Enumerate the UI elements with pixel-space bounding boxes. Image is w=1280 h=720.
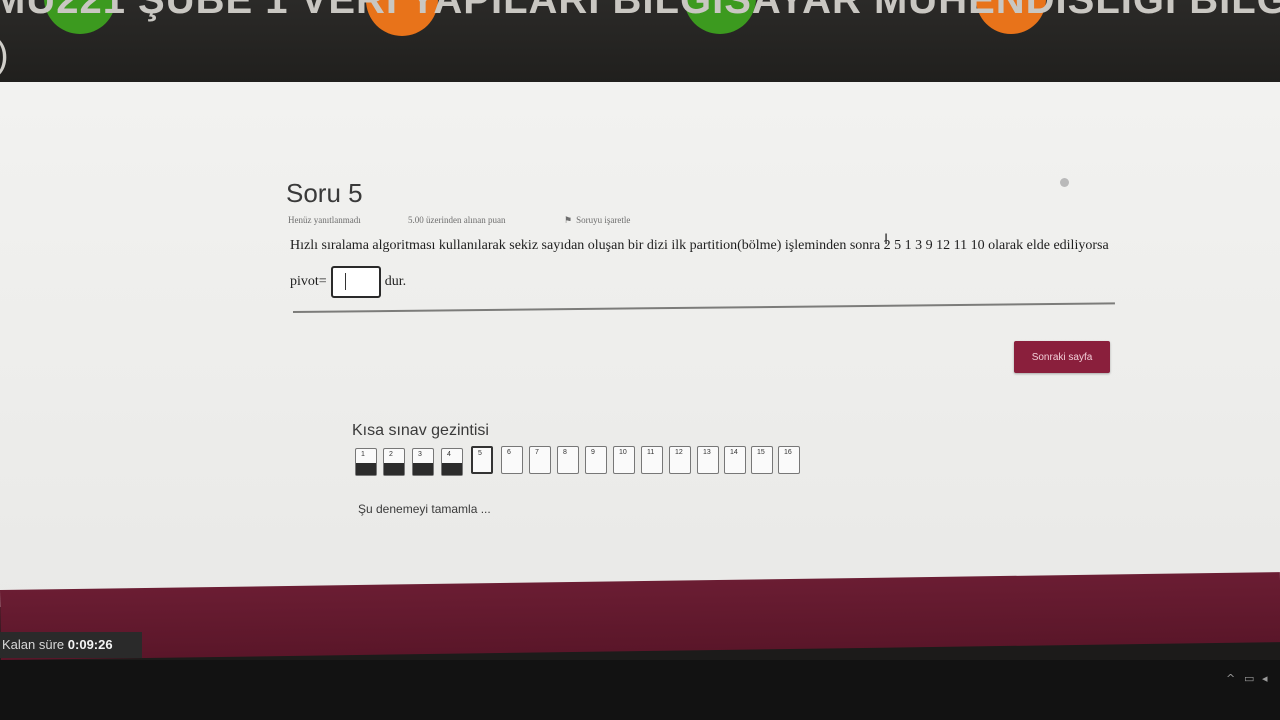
flag-question-link[interactable]: ⚑ Soruyu işaretle (564, 215, 630, 226)
quiz-nav-item[interactable]: 4 (441, 448, 463, 476)
decorative-dot (1060, 178, 1069, 187)
timer-label: Kalan süre (2, 637, 65, 652)
quiz-nav-number: 8 (563, 449, 567, 456)
quiz-nav-number: 2 (389, 451, 393, 458)
quiz-navigation-title: Kısa sınav gezintisi (352, 422, 489, 439)
finish-attempt-link[interactable]: Şu denemeyi tamamla ... (358, 502, 491, 516)
answer-input[interactable] (330, 265, 381, 298)
network-icon[interactable]: ▭ (1244, 672, 1254, 685)
chevron-up-icon[interactable]: ^ (1226, 672, 1235, 685)
text-caret (344, 272, 346, 290)
quiz-nav-number: 3 (418, 451, 422, 458)
quiz-nav-number: 11 (647, 449, 655, 456)
course-header: MU221 ŞUBE 1 VERİ YAPILARI BİLGİSAYAR MÜ… (0, 0, 1280, 90)
text-cursor-icon: I (884, 232, 889, 248)
question-points: 5.00 üzerinden alınan puan (408, 215, 506, 225)
quiz-nav-item[interactable]: 9 (585, 446, 607, 474)
quiz-nav-item[interactable]: 10 (613, 446, 635, 474)
question-status: Henüz yanıtlanmadı (288, 215, 361, 225)
answered-indicator (356, 463, 376, 475)
divider (292, 302, 1115, 313)
quiz-nav-item[interactable]: 6 (501, 446, 523, 474)
course-title-suffix: ) (0, 34, 9, 77)
quiz-nav-number: 7 (535, 449, 539, 456)
course-title: MU221 ŞUBE 1 VERİ YAPILARI BİLGİSAYAR MÜ… (0, 0, 1280, 22)
quiz-page: Soru 5 Henüz yanıtlanmadı 5.00 üzerinden… (0, 82, 1280, 607)
volume-icon[interactable]: ◂ (1262, 672, 1268, 685)
question-text: Hızlı sıralama algoritması kullanılarak … (290, 228, 1120, 300)
quiz-nav-item[interactable]: 5 (471, 446, 493, 474)
quiz-nav-item[interactable]: 14 (724, 446, 746, 474)
quiz-nav-item[interactable]: 2 (383, 448, 405, 476)
question-title: Soru 5 (286, 178, 363, 208)
quiz-nav-number: 15 (757, 449, 765, 456)
quiz-nav-item[interactable]: 3 (412, 448, 434, 476)
question-text-after: dur. (384, 274, 407, 289)
quiz-nav-number: 16 (784, 449, 792, 456)
next-page-button[interactable]: Sonraki sayfa (1014, 341, 1110, 373)
question-text-before: Hızlı sıralama algoritması kullanılarak … (290, 238, 1109, 289)
quiz-nav-item[interactable]: 1 (355, 448, 377, 476)
quiz-nav-item[interactable]: 16 (778, 446, 800, 474)
quiz-nav-number: 9 (591, 449, 595, 456)
quiz-nav-item[interactable]: 8 (557, 446, 579, 474)
answered-indicator (413, 463, 433, 475)
quiz-nav-number: 5 (478, 450, 482, 457)
quiz-nav-item[interactable]: 7 (529, 446, 551, 474)
answered-indicator (442, 463, 462, 475)
time-remaining: Kalan süre 0:09:26 (0, 632, 142, 658)
flag-question-label: Soruyu işaretle (576, 215, 631, 225)
quiz-nav-number: 13 (703, 449, 711, 456)
quiz-nav-number: 1 (361, 451, 365, 458)
timer-value: 0:09:26 (67, 637, 113, 652)
quiz-nav-item[interactable]: 13 (697, 446, 719, 474)
answered-indicator (384, 463, 404, 475)
quiz-nav-item[interactable]: 15 (751, 446, 773, 474)
quiz-nav-number: 6 (507, 449, 511, 456)
quiz-nav-number: 12 (675, 449, 683, 456)
quiz-nav-item[interactable]: 11 (641, 446, 663, 474)
flag-icon: ⚑ (564, 215, 573, 225)
quiz-nav-number: 10 (619, 449, 627, 456)
quiz-nav-item[interactable]: 12 (669, 446, 691, 474)
quiz-nav-number: 14 (730, 449, 738, 456)
taskbar (0, 660, 1280, 720)
quiz-nav-number: 4 (447, 451, 451, 458)
